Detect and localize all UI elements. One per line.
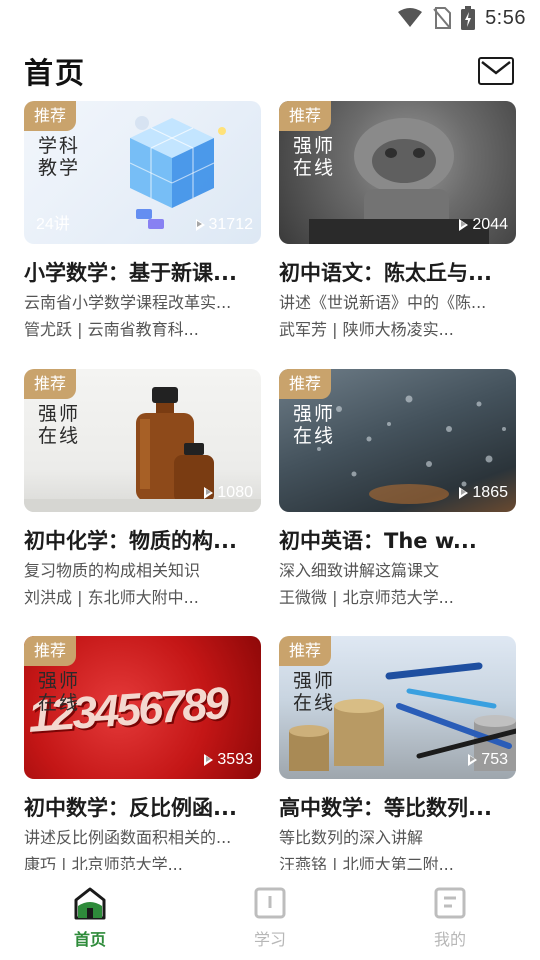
course-teacher: 刘洪成 | 东北师大附中... (24, 588, 199, 607)
course-title: 小学数学：基于新课... (24, 261, 237, 285)
course-grid: 推荐 学科 教学 24讲 31712 小学数学：基于新课... 云南省小学数学课… (24, 101, 516, 870)
course-thumbnail: 推荐 强师 在线 753 (279, 636, 516, 779)
course-thumbnail: 推荐 学科 教学 24讲 31712 (24, 101, 261, 244)
status-time: 5:56 (485, 6, 526, 29)
play-count: 3593 (204, 751, 253, 769)
course-card[interactable]: 推荐 强师 在线 753 高中数学：等比数列... 等比数列的深入讲解 汪燕铭 … (279, 636, 516, 870)
status-icons: 5:56 (397, 6, 526, 30)
play-icon (459, 487, 469, 499)
brand-watermark: 强师 在线 (38, 403, 81, 447)
play-count: 1080 (204, 484, 253, 502)
nav-label-profile: 我的 (433, 930, 466, 949)
course-description: 复习物质的构成相关知识 (24, 561, 201, 580)
play-count-value: 1080 (217, 484, 253, 501)
recommend-badge: 推荐 (279, 369, 332, 399)
recommend-badge: 推荐 (24, 636, 77, 666)
play-icon (204, 487, 214, 499)
recommend-badge: 推荐 (24, 101, 77, 131)
header: 首页 (24, 48, 516, 94)
status-bar: 5:56 (0, 0, 540, 36)
profile-icon (434, 887, 466, 919)
nav-label-home: 首页 (73, 930, 106, 949)
course-teacher: 康巧 | 北京师范大学... (24, 855, 183, 870)
lesson-count: 24讲 (36, 216, 70, 233)
page-title: 首页 (24, 56, 87, 90)
play-count-value: 3593 (217, 751, 253, 768)
course-title: 高中数学：等比数列... (279, 796, 492, 820)
mail-button[interactable] (478, 57, 514, 85)
recommend-badge: 推荐 (279, 636, 332, 666)
play-count: 753 (468, 751, 508, 769)
course-teacher: 汪燕铭 | 北师大第二附... (279, 855, 454, 870)
course-title: 初中语文：陈太丘与... (279, 261, 492, 285)
course-thumbnail: 推荐 强师 在线 1080 (24, 369, 261, 512)
course-title: 初中化学：物质的构... (24, 529, 237, 553)
brand-watermark: 强师 在线 (38, 670, 81, 714)
nav-item-profile[interactable]: 我的 (360, 870, 540, 960)
course-teacher: 王微微 | 北京师范大学... (279, 588, 454, 607)
play-count-value: 2044 (472, 216, 508, 233)
home-icon (74, 887, 106, 920)
course-description: 等比数列的深入讲解 (279, 828, 424, 847)
course-teacher: 管尤跃 | 云南省教育科... (24, 320, 199, 339)
brand-watermark: 强师 在线 (293, 135, 336, 179)
play-count-value: 1865 (472, 484, 508, 501)
course-card[interactable]: 推荐 强师 在线 1865 初中英语：The w... 深入细致讲解这篇课文 王… (279, 369, 516, 610)
course-card[interactable]: 推荐 强师 在线 1080 初中化学：物质的构... 复习物质的构成相关知识 刘… (24, 369, 261, 610)
recommend-badge: 推荐 (279, 101, 332, 131)
course-card[interactable]: 推荐 强师 在线 2044 初中语文：陈太丘与... 讲述《世说新语》中的《陈.… (279, 101, 516, 342)
bottom-nav: 首页 学习 我的 (0, 870, 540, 960)
course-description: 讲述反比例函数面积相关的... (24, 828, 232, 847)
play-icon (195, 219, 205, 231)
play-count: 1865 (459, 484, 508, 502)
course-card[interactable]: 123456789 推荐 强师 在线 3593 初中数学：反比例函... 讲述反… (24, 636, 261, 870)
study-icon (254, 887, 286, 919)
nav-item-study[interactable]: 学习 (180, 870, 360, 960)
play-count: 2044 (459, 216, 508, 234)
nav-label-study: 学习 (253, 930, 286, 949)
play-icon (468, 754, 478, 766)
course-description: 讲述《世说新语》中的《陈... (279, 293, 487, 312)
brand-watermark: 学科 教学 (38, 135, 81, 179)
play-count-value: 753 (481, 751, 508, 768)
course-card[interactable]: 推荐 学科 教学 24讲 31712 小学数学：基于新课... 云南省小学数学课… (24, 101, 261, 342)
battery-charging-icon (461, 6, 476, 30)
brand-watermark: 强师 在线 (293, 670, 336, 714)
course-thumbnail: 推荐 强师 在线 2044 (279, 101, 516, 244)
envelope-icon (481, 61, 511, 75)
course-title: 初中数学：反比例函... (24, 796, 237, 820)
course-description: 深入细致讲解这篇课文 (279, 561, 440, 580)
course-teacher: 武军芳 | 陕师大杨凌实... (279, 320, 454, 339)
recommend-badge: 推荐 (24, 369, 77, 399)
course-title: 初中英语：The w... (279, 529, 477, 553)
play-count-value: 31712 (208, 216, 254, 233)
no-sim-icon (433, 7, 452, 29)
course-thumbnail: 123456789 推荐 强师 在线 3593 (24, 636, 261, 779)
play-count: 31712 (195, 216, 254, 234)
course-description: 云南省小学数学课程改革实... (24, 293, 232, 312)
nav-item-home[interactable]: 首页 (0, 870, 180, 960)
course-thumbnail: 推荐 强师 在线 1865 (279, 369, 516, 512)
play-icon (459, 219, 469, 231)
play-icon (204, 754, 214, 766)
brand-watermark: 强师 在线 (293, 403, 336, 447)
wifi-icon (398, 8, 423, 27)
